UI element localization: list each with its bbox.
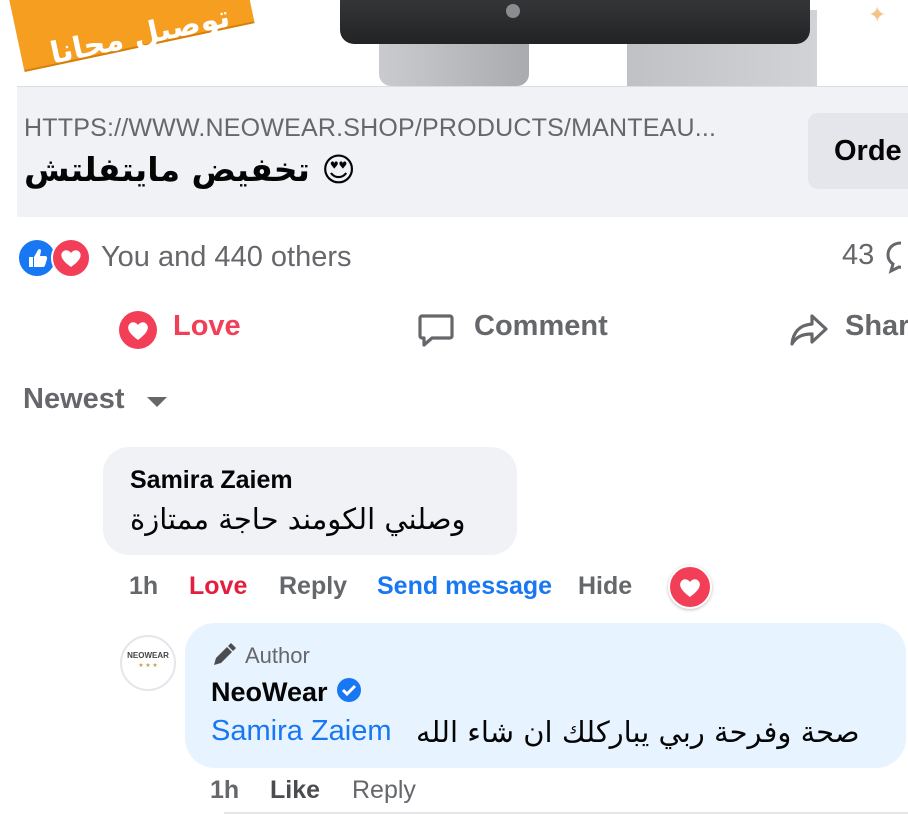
share-action-icon[interactable] — [788, 310, 830, 355]
reply-author[interactable]: NeoWear — [211, 677, 328, 708]
heart-icon — [61, 250, 81, 267]
reply-reply-button[interactable]: Reply — [352, 776, 416, 805]
comment-love-button[interactable]: Love — [189, 572, 247, 601]
comment-bubble-icon — [885, 238, 908, 279]
hide-comment-button[interactable]: Hide — [578, 572, 632, 601]
verified-badge-icon — [336, 677, 362, 708]
reactions-summary[interactable]: You and 440 others — [101, 241, 351, 274]
comment-author[interactable]: Samira Zaiem — [130, 466, 293, 495]
comment-action-icon[interactable] — [416, 310, 456, 355]
share-action-button[interactable]: Shar — [845, 310, 908, 343]
link-title[interactable]: تخفيض مايتفلتش 😍 — [24, 150, 356, 189]
comment-reply-button[interactable]: Reply — [279, 572, 347, 601]
mention-link[interactable]: Samira Zaiem — [211, 715, 392, 748]
jacket-button — [506, 4, 520, 18]
pen-icon — [210, 641, 238, 674]
comment-action-button[interactable]: Comment — [474, 310, 608, 343]
comment-love-reaction-icon[interactable] — [668, 565, 712, 609]
comment-bubble — [103, 447, 517, 555]
reply-like-button[interactable]: Like — [270, 776, 320, 805]
avatar-logo-text: NEOWEAR — [127, 651, 169, 660]
link-url[interactable]: HTTPS://WWW.NEOWEAR.SHOP/PRODUCTS/MANTEA… — [24, 114, 716, 143]
star-decoration-icon: ✦ — [868, 2, 887, 27]
love-action-icon[interactable] — [118, 310, 158, 355]
comment-timestamp[interactable]: 1h — [129, 572, 158, 601]
product-jacket-hem — [340, 0, 810, 44]
comment-text: وصلني الكومند حاجة ممتازة — [130, 502, 466, 536]
thumbs-up-icon — [29, 249, 48, 267]
love-icon[interactable] — [51, 238, 91, 278]
comment-sort-dropdown[interactable]: Newest — [23, 383, 125, 416]
author-badge: Author — [245, 643, 310, 668]
reply-timestamp[interactable]: 1h — [210, 776, 239, 805]
comment-count[interactable]: 43 — [842, 239, 874, 272]
divider — [224, 812, 908, 814]
avatar-logo-stars: ★ ★ ★ — [138, 663, 158, 669]
send-message-button[interactable]: Send message — [377, 572, 552, 601]
order-button-label: Orde — [834, 135, 902, 167]
reply-text: صحة وفرحة ربي يباركلك ان شاء الله — [416, 715, 860, 749]
love-action-button[interactable]: Love — [173, 310, 241, 343]
chevron-down-icon[interactable] — [145, 395, 169, 414]
